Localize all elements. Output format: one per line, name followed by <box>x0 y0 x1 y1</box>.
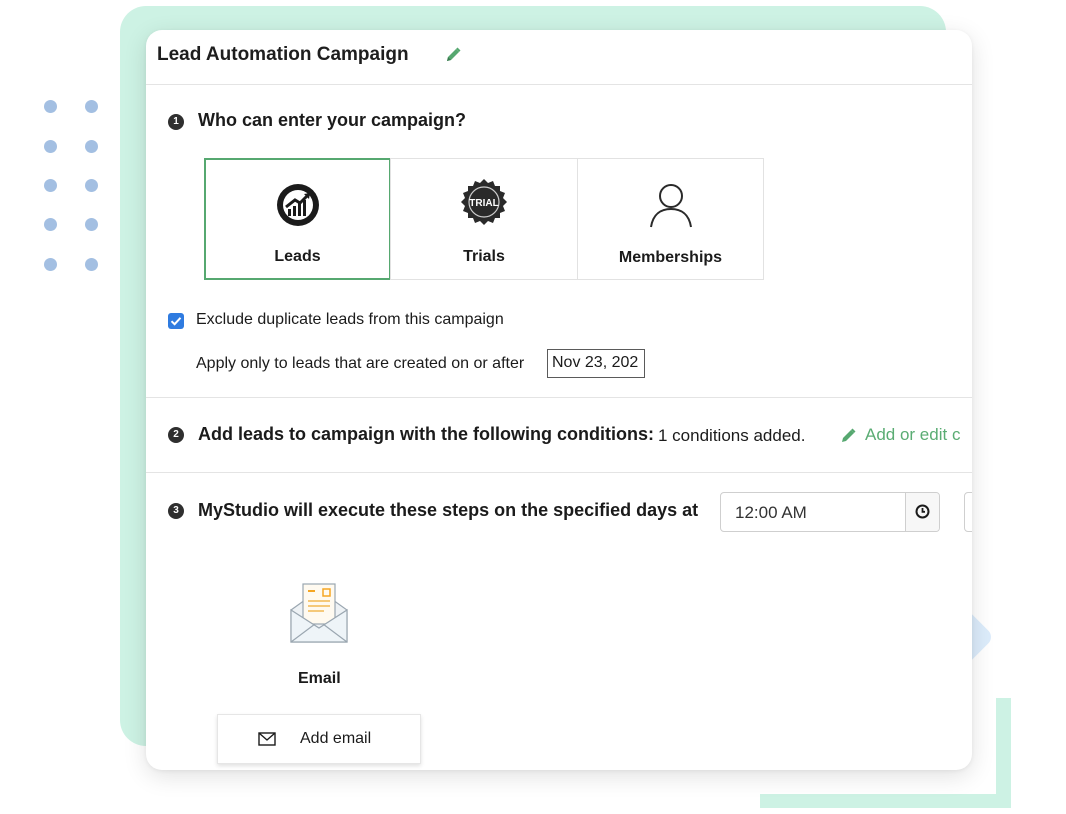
clock-icon <box>915 504 930 519</box>
apply-date-label: Apply only to leads that are created on … <box>196 355 525 372</box>
exclude-duplicates-label: Exclude duplicate leads from this campai… <box>196 311 504 328</box>
entry-label-trials: Trials <box>463 248 505 265</box>
start-date-input[interactable]: Nov 23, 202 <box>547 349 645 378</box>
svg-text:TRIAL: TRIAL <box>469 198 498 209</box>
entry-option-memberships[interactable]: Memberships <box>577 158 764 280</box>
trial-badge-icon: TRIAL <box>461 179 507 225</box>
decorative-bracket <box>996 698 1011 808</box>
add-email-button[interactable]: Add email <box>217 714 421 764</box>
conditions-count: 1 conditions added. <box>658 426 806 445</box>
step3-title: MyStudio will execute these steps on the… <box>198 500 699 520</box>
person-icon <box>649 184 692 228</box>
decorative-dots <box>44 100 104 280</box>
section-divider <box>146 397 972 398</box>
decorative-bracket-bottom <box>760 794 1011 808</box>
add-email-label: Add email <box>300 730 372 747</box>
campaign-title: Lead Automation Campaign <box>157 44 409 65</box>
time-value: 12:00 AM <box>735 503 807 522</box>
email-envelope-icon <box>290 583 348 643</box>
add-edit-conditions-text: Add or edit c <box>865 425 961 444</box>
step-number-2: 2 <box>168 427 184 443</box>
step-number-1: 1 <box>168 114 184 130</box>
pencil-icon <box>842 428 856 442</box>
entry-option-trials[interactable]: TRIAL Trials <box>390 158 578 280</box>
checkmark-icon <box>170 317 182 326</box>
card-header: Lead Automation Campaign <box>146 30 972 85</box>
secondary-input[interactable] <box>964 492 972 532</box>
step1-title: Who can enter your campaign? <box>198 110 467 130</box>
time-picker-button[interactable] <box>905 493 939 531</box>
step2-title: Add leads to campaign with the following… <box>198 424 654 444</box>
email-step-label: Email <box>298 670 341 687</box>
envelope-icon <box>258 732 276 746</box>
execution-time-input[interactable]: 12:00 AM <box>720 492 940 532</box>
add-edit-conditions-link[interactable]: Add or edit c <box>839 424 972 448</box>
exclude-duplicates-checkbox[interactable] <box>168 313 184 329</box>
entry-label-memberships: Memberships <box>618 249 723 266</box>
pencil-icon[interactable] <box>444 46 462 64</box>
campaign-card: Lead Automation Campaign 1 Who can enter… <box>146 30 972 770</box>
entry-option-leads[interactable]: Leads <box>204 158 391 280</box>
step-number-3: 3 <box>168 503 184 519</box>
leads-growth-icon <box>276 184 319 226</box>
entry-label-leads: Leads <box>274 248 321 265</box>
section-divider <box>146 472 972 473</box>
